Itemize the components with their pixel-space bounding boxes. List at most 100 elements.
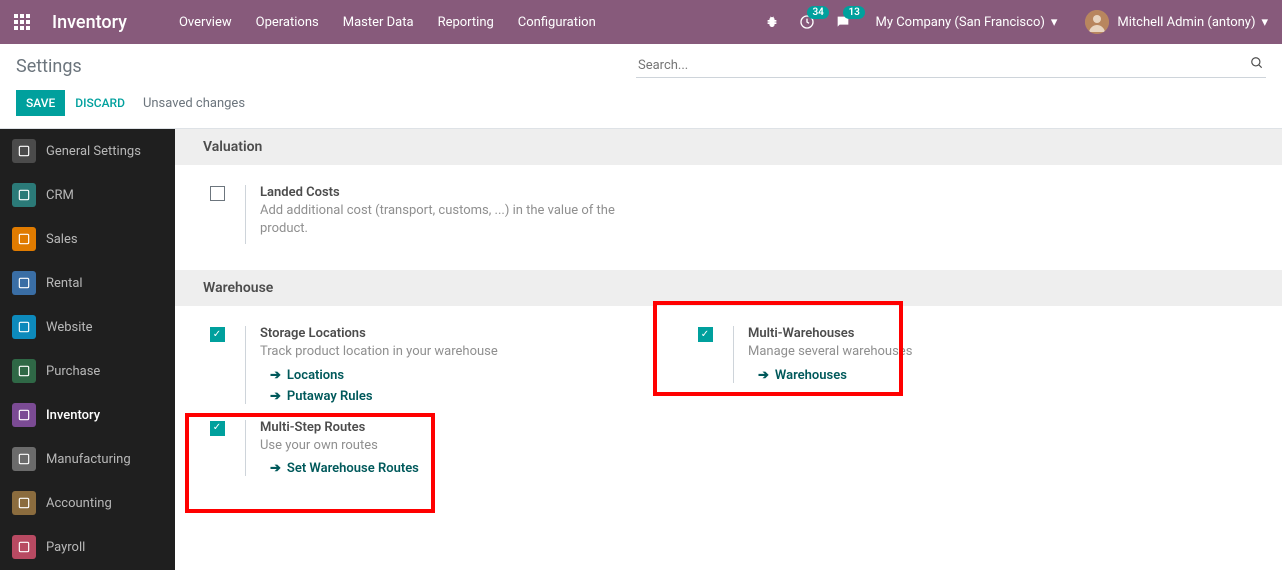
sidebar-item-label: Purchase	[46, 364, 100, 379]
sidebar-item-accounting[interactable]: Accounting	[0, 481, 175, 525]
nav-item-operations[interactable]: Operations	[244, 0, 331, 44]
activities-button[interactable]: 34	[789, 0, 825, 44]
sidebar-item-manufacturing[interactable]: Manufacturing	[0, 437, 175, 481]
multi-step-routes-desc: Use your own routes	[260, 437, 660, 455]
control-panel: Settings SAVE DISCARD Unsaved changes	[0, 44, 1282, 129]
setting-landed-costs: Landed Costs Add additional cost (transp…	[203, 177, 673, 252]
website-icon	[12, 315, 36, 339]
arrow-right-icon: ➔	[270, 389, 281, 404]
storage-locations-title: Storage Locations	[260, 326, 673, 341]
search-container	[636, 54, 1266, 78]
user-name: Mitchell Admin (antony)	[1117, 15, 1255, 30]
general-settings-icon	[12, 139, 36, 163]
sidebar-item-crm[interactable]: CRM	[0, 173, 175, 217]
sidebar-item-label: Website	[46, 320, 93, 335]
arrow-right-icon: ➔	[758, 368, 769, 383]
sidebar-item-project[interactable]: Project	[0, 569, 175, 570]
sidebar-item-payroll[interactable]: Payroll	[0, 525, 175, 569]
divider	[245, 420, 246, 476]
multi-warehouses-checkbox[interactable]	[698, 327, 713, 342]
sidebar-item-label: Payroll	[46, 540, 85, 555]
setting-multi-warehouses: Multi-Warehouses Manage several warehous…	[691, 318, 1161, 390]
storage-locations-checkbox[interactable]	[210, 327, 225, 342]
rental-icon	[12, 271, 36, 295]
divider	[245, 185, 246, 244]
sidebar-item-rental[interactable]: Rental	[0, 261, 175, 305]
landed-costs-desc: Add additional cost (transport, customs,…	[260, 202, 660, 238]
putaway-rules-link[interactable]: ➔ Putaway Rules	[270, 389, 673, 404]
nav-menu: Overview Operations Master Data Reportin…	[167, 0, 608, 44]
landed-costs-checkbox[interactable]	[210, 186, 225, 201]
multi-warehouses-desc: Manage several warehouses	[748, 343, 1148, 361]
sidebar-item-website[interactable]: Website	[0, 305, 175, 349]
avatar	[1085, 10, 1109, 34]
sidebar-item-label: General Settings	[46, 144, 141, 159]
caret-down-icon: ▾	[1051, 15, 1058, 30]
sidebar-item-label: Inventory	[46, 408, 100, 423]
payroll-icon	[12, 535, 36, 559]
storage-locations-desc: Track product location in your warehouse	[260, 343, 660, 361]
sidebar-item-label: Sales	[46, 232, 78, 247]
arrow-right-icon: ➔	[270, 461, 281, 476]
multi-step-routes-title: Multi-Step Routes	[260, 420, 673, 435]
set-warehouse-routes-link[interactable]: ➔ Set Warehouse Routes	[270, 461, 673, 476]
nav-right: 34 13 My Company (San Francisco) ▾ Mitch…	[755, 0, 1282, 44]
accounting-icon	[12, 491, 36, 515]
divider	[733, 326, 734, 382]
caret-down-icon: ▾	[1261, 15, 1268, 30]
set-warehouse-routes-link-label: Set Warehouse Routes	[287, 461, 419, 476]
multi-warehouses-title: Multi-Warehouses	[748, 326, 1161, 341]
purchase-icon	[12, 359, 36, 383]
inventory-icon	[12, 403, 36, 427]
locations-link[interactable]: ➔ Locations	[270, 368, 673, 383]
landed-costs-title: Landed Costs	[260, 185, 673, 200]
messages-badge: 13	[843, 6, 864, 19]
sidebar-item-label: Rental	[46, 276, 83, 291]
top-nav: Inventory Overview Operations Master Dat…	[0, 0, 1282, 44]
sidebar-item-label: CRM	[46, 188, 74, 203]
debug-button[interactable]	[755, 0, 789, 44]
manufacturing-icon	[12, 447, 36, 471]
discard-button[interactable]: DISCARD	[65, 90, 135, 116]
multi-step-routes-checkbox[interactable]	[210, 421, 225, 436]
warehouses-link-label: Warehouses	[775, 368, 847, 383]
nav-item-reporting[interactable]: Reporting	[426, 0, 506, 44]
warehouses-link[interactable]: ➔ Warehouses	[758, 368, 1161, 383]
nav-item-master-data[interactable]: Master Data	[331, 0, 426, 44]
setting-multi-step-routes: Multi-Step Routes Use your own routes ➔ …	[203, 412, 673, 484]
breadcrumb: Settings	[16, 56, 82, 77]
main-area: General Settings CRM Sales Rental Website Pur…	[0, 129, 1282, 570]
company-switcher[interactable]: My Company (San Francisco) ▾	[861, 0, 1071, 44]
apps-menu-button[interactable]	[0, 0, 44, 44]
section-header-warehouse: Warehouse	[175, 270, 1282, 306]
messages-button[interactable]: 13	[825, 0, 861, 44]
settings-content: Valuation Landed Costs Add additional co…	[175, 129, 1282, 570]
sidebar-item-label: Accounting	[46, 496, 112, 511]
company-name: My Company (San Francisco)	[875, 15, 1044, 30]
locations-link-label: Locations	[287, 368, 344, 383]
unsaved-label: Unsaved changes	[143, 96, 245, 111]
save-button[interactable]: SAVE	[16, 90, 65, 116]
sidebar-item-purchase[interactable]: Purchase	[0, 349, 175, 393]
section-body-valuation: Landed Costs Add additional cost (transp…	[175, 165, 1282, 270]
search-input[interactable]	[636, 54, 1266, 78]
sidebar-item-general-settings[interactable]: General Settings	[0, 129, 175, 173]
crm-icon	[12, 183, 36, 207]
arrow-right-icon: ➔	[270, 368, 281, 383]
nav-item-overview[interactable]: Overview	[167, 0, 244, 44]
sidebar-item-inventory[interactable]: Inventory	[0, 393, 175, 437]
divider	[245, 326, 246, 403]
apps-grid-icon	[14, 14, 30, 30]
sales-icon	[12, 227, 36, 251]
bug-icon	[765, 15, 779, 29]
section-body-warehouse: Storage Locations Track product location…	[175, 306, 1282, 501]
user-menu[interactable]: Mitchell Admin (antony) ▾	[1071, 0, 1282, 44]
app-name[interactable]: Inventory	[52, 12, 127, 33]
avatar-icon	[1085, 10, 1109, 34]
settings-sidebar[interactable]: General Settings CRM Sales Rental Website Pur…	[0, 129, 175, 570]
setting-storage-locations: Storage Locations Track product location…	[203, 318, 673, 411]
search-icon[interactable]	[1250, 56, 1264, 74]
sidebar-item-sales[interactable]: Sales	[0, 217, 175, 261]
nav-item-configuration[interactable]: Configuration	[506, 0, 608, 44]
section-header-valuation: Valuation	[175, 129, 1282, 165]
